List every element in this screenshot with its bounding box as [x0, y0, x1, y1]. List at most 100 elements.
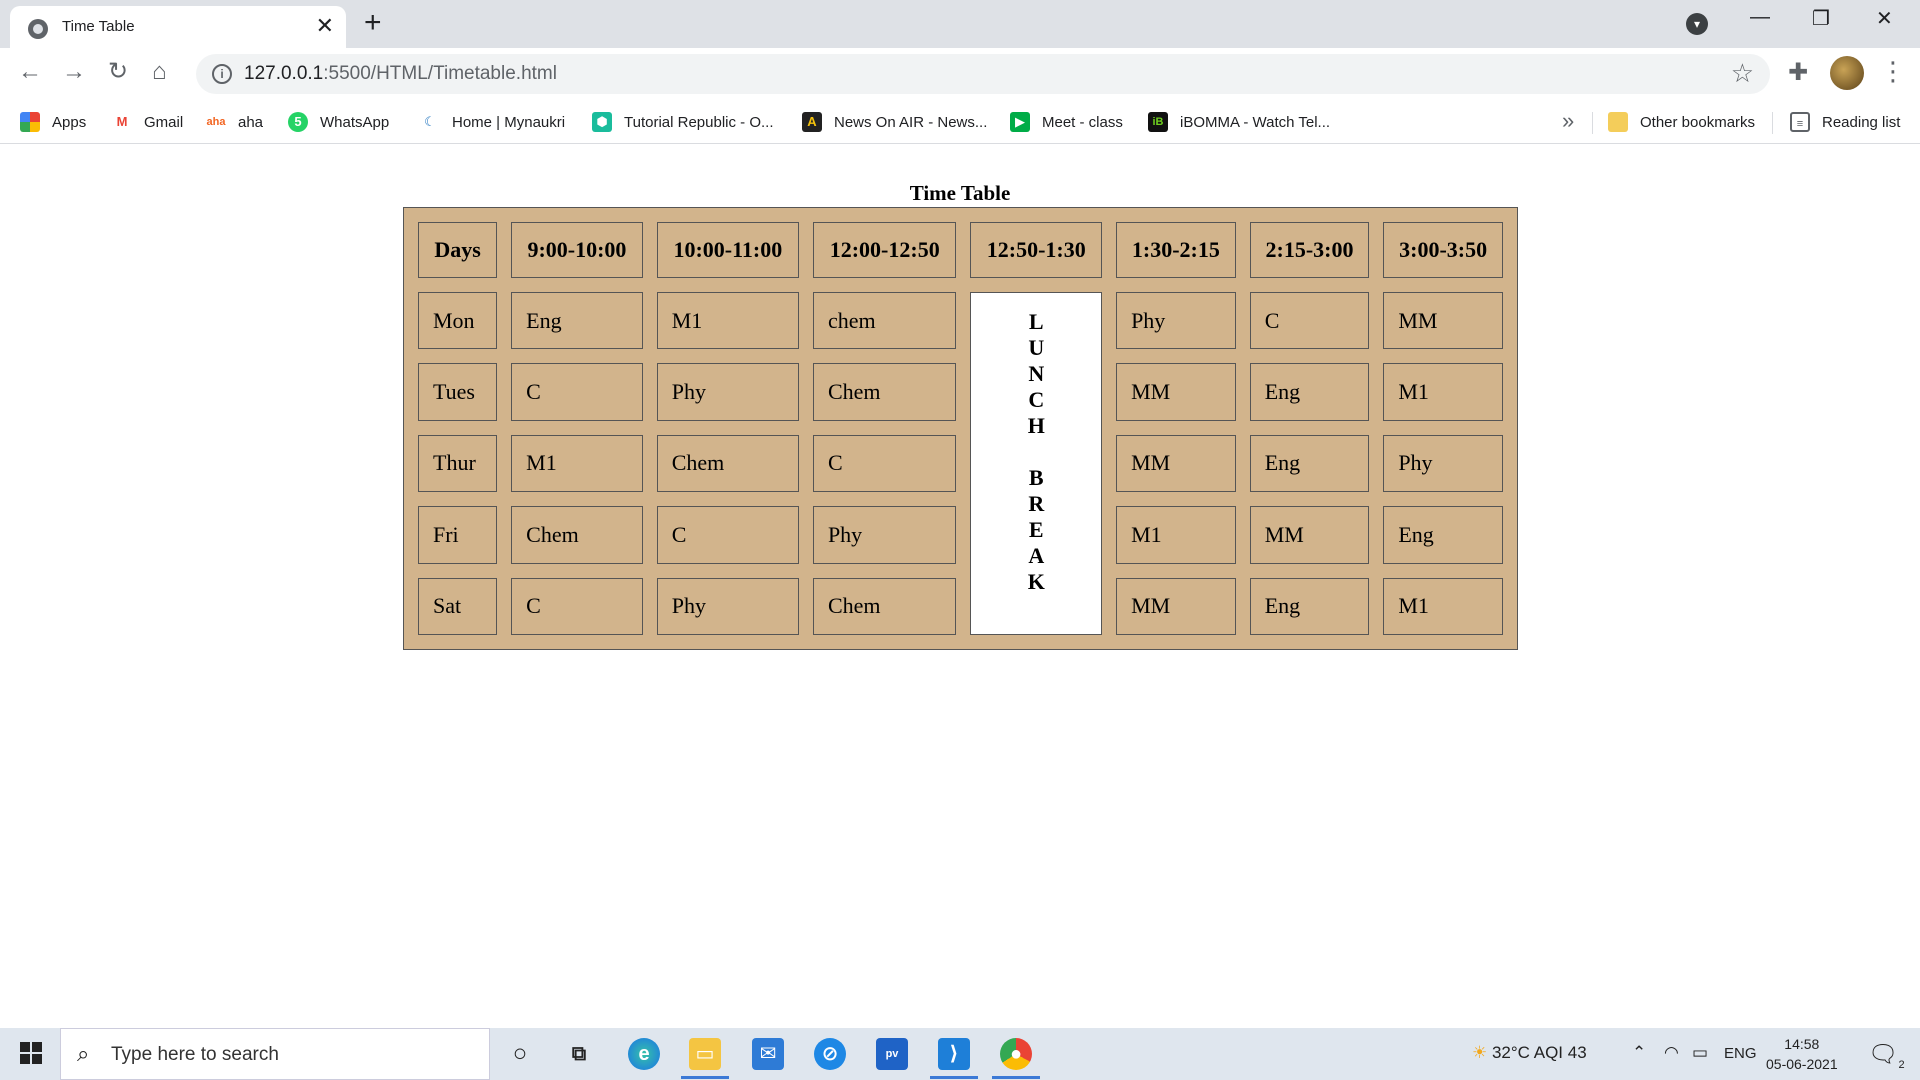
clock-date: 05-06-2021 — [1766, 1056, 1838, 1072]
gmail-icon: M — [116, 114, 128, 129]
subject-cell: MM — [1116, 434, 1236, 493]
day-cell: Mon — [418, 292, 498, 350]
lunch-letter: U — [1028, 335, 1045, 360]
page-content: Time Table Days 9:00-10:00 10:00-11:00 1… — [0, 145, 1920, 1028]
edge-icon[interactable]: e — [628, 1038, 660, 1070]
subject-cell: chem — [812, 292, 957, 350]
bookmark-label: Meet - class — [1042, 113, 1123, 131]
weather-widget[interactable]: ☀ 32°C AQI 43 — [1472, 1043, 1587, 1063]
mynaukri-icon: ☾ — [424, 114, 436, 129]
timetable: Days 9:00-10:00 10:00-11:00 12:00-12:50 … — [403, 207, 1518, 650]
search-icon: ⌕ — [77, 1041, 90, 1066]
bookmark-star-icon[interactable]: ☆ — [1731, 58, 1754, 89]
subject-cell: M1 — [1116, 506, 1236, 564]
windows-start-icon[interactable] — [20, 1042, 42, 1064]
header-slot-6: 2:15-3:00 — [1249, 222, 1370, 278]
address-bar[interactable]: i 127.0.0.1:5500/HTML/Timetable.html ☆ — [196, 54, 1770, 94]
profile-avatar[interactable] — [1830, 56, 1864, 90]
subject-cell: M1 — [511, 434, 643, 493]
header-slot-2: 10:00-11:00 — [656, 222, 799, 278]
vscode-icon[interactable]: ⟩ — [938, 1038, 970, 1070]
bookmark-label: aha — [238, 113, 264, 131]
extensions-icon[interactable]: ✚ — [1788, 58, 1808, 87]
site-info-icon[interactable]: i — [212, 64, 232, 84]
lunch-letter: L — [1028, 309, 1044, 334]
prime-video-icon[interactable]: pv — [876, 1038, 908, 1070]
windows-taskbar: ⌕ Type here to search ○ ⧉ e ▭ ✉ ⊘ pv ⟩ ●… — [0, 1028, 1920, 1080]
subject-cell: Phy — [812, 506, 957, 564]
reading-list-label: Reading list — [1822, 113, 1901, 131]
battery-icon[interactable]: ▭ — [1692, 1043, 1708, 1063]
bookmarks-bar: Apps M Gmail aha aha 5 WhatsApp ☾ Home |… — [0, 100, 1920, 144]
bookmark-mynaukri[interactable]: ☾ Home | Mynaukri — [420, 109, 565, 135]
wifi-icon[interactable]: ◠ — [1664, 1043, 1679, 1063]
forward-icon[interactable]: → — [62, 58, 86, 86]
bookmark-label: Apps — [52, 113, 87, 131]
bookmark-news-on-air[interactable]: A News On AIR - News... — [802, 109, 987, 135]
bookmark-label: Tutorial Republic - O... — [624, 113, 774, 131]
minimize-button[interactable]: — — [1750, 6, 1770, 29]
maximize-button[interactable]: ❐ — [1812, 6, 1830, 31]
subject-cell: M1 — [1383, 363, 1503, 421]
reading-list-button[interactable]: ≡ Reading list — [1790, 109, 1900, 135]
bookmark-meet[interactable]: ▶ Meet - class — [1010, 109, 1123, 135]
taskbar-search-box[interactable]: ⌕ Type here to search — [60, 1028, 490, 1080]
bookmark-label: Home | Mynaukri — [452, 113, 566, 131]
search-placeholder: Type here to search — [111, 1044, 279, 1065]
bookmark-apps[interactable]: Apps — [20, 109, 86, 135]
lunch-letter: N — [1028, 361, 1045, 386]
day-cell: Fri — [418, 506, 498, 564]
bookmark-whatsapp[interactable]: 5 WhatsApp — [288, 109, 389, 135]
bookmark-ibomma[interactable]: iB iBOMMA - Watch Tel... — [1148, 109, 1330, 135]
more-bookmarks-button[interactable]: » — [1562, 108, 1574, 134]
subject-cell: MM — [1116, 363, 1236, 421]
subject-cell: C — [511, 363, 643, 421]
subject-cell: Eng — [1249, 577, 1370, 635]
reload-icon[interactable]: ↻ — [108, 58, 128, 86]
home-icon[interactable]: ⌂ — [152, 58, 167, 86]
kebab-menu-icon[interactable]: ⋮ — [1880, 56, 1906, 87]
close-window-button[interactable]: ✕ — [1876, 6, 1893, 31]
apps-grid-icon — [20, 112, 40, 132]
close-tab-icon[interactable]: ✕ — [316, 15, 334, 37]
notification-count: 2 — [1898, 1058, 1905, 1071]
tab-title: Time Table — [62, 18, 135, 35]
bookmark-divider — [1772, 112, 1773, 134]
table-row: Fri Chem C Phy M1 MM Eng — [418, 506, 1503, 564]
show-hidden-icons-icon[interactable]: ⌃ — [1632, 1043, 1646, 1063]
table-caption: Time Table — [909, 181, 1011, 205]
bookmark-gmail[interactable]: M Gmail — [112, 109, 184, 135]
subject-cell: MM — [1383, 292, 1503, 350]
header-slot-lunch: 12:50-1:30 — [970, 222, 1103, 278]
clock-time: 14:58 — [1784, 1036, 1820, 1052]
safari-like-icon[interactable]: ⊘ — [814, 1038, 846, 1070]
file-explorer-icon[interactable]: ▭ — [689, 1038, 721, 1070]
cortana-icon[interactable]: ○ — [504, 1038, 536, 1070]
new-tab-button[interactable]: + — [364, 8, 382, 38]
back-icon[interactable]: ← — [18, 58, 42, 86]
lunch-letter: E — [1028, 517, 1044, 542]
tab-search-icon[interactable]: ▾ — [1686, 13, 1708, 35]
taskbar-clock[interactable]: 14:58 05-06-2021 — [1766, 1034, 1838, 1074]
url-text[interactable]: 127.0.0.1:5500/HTML/Timetable.html — [244, 63, 557, 85]
language-indicator[interactable]: ENG — [1724, 1045, 1757, 1062]
subject-cell: C — [656, 506, 799, 564]
browser-tab[interactable]: Time Table ✕ — [10, 6, 346, 48]
bookmark-label: WhatsApp — [320, 113, 390, 131]
bookmark-tutorial-republic[interactable]: ⬢ Tutorial Republic - O... — [592, 109, 774, 135]
ibomma-icon: iB — [1148, 112, 1168, 132]
subject-cell: C — [1249, 292, 1370, 350]
other-bookmarks-folder[interactable]: Other bookmarks — [1608, 109, 1755, 135]
subject-cell: Eng — [1383, 506, 1503, 564]
notification-icon[interactable]: 🗨2 — [1868, 1040, 1905, 1071]
start-pane — [20, 1054, 30, 1064]
task-view-icon[interactable]: ⧉ — [563, 1038, 595, 1070]
chrome-icon[interactable]: ● — [1000, 1038, 1032, 1070]
lunch-letter: C — [1028, 387, 1045, 412]
active-indicator — [992, 1076, 1040, 1079]
bookmark-aha[interactable]: aha aha — [206, 109, 264, 135]
header-days: Days — [418, 222, 498, 278]
mail-icon[interactable]: ✉ — [752, 1038, 784, 1070]
table-row: Mon Eng M1 chem L U N C H B R E A K Phy — [418, 292, 1503, 635]
bookmark-label: Gmail — [144, 113, 184, 131]
